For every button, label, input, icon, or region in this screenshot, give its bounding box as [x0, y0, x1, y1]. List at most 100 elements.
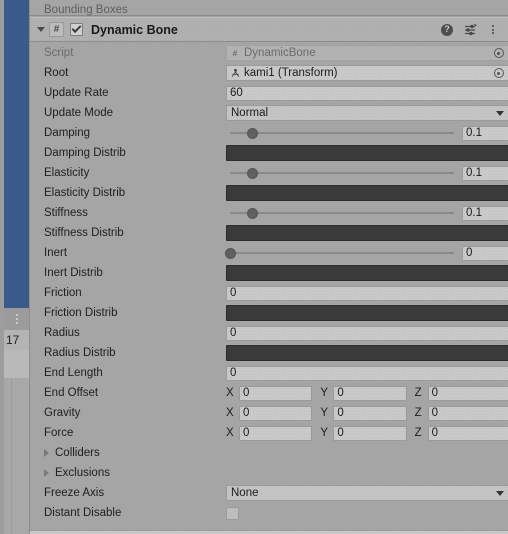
help-icon[interactable]: ?	[440, 23, 454, 37]
damping-value-input[interactable]: 0.1	[462, 125, 508, 141]
label-elasticity-distrib: Elasticity Distrib	[44, 187, 126, 199]
unity-inspector-window: 17 Bounding Boxes # Dynamic Bone ? Scrip…	[0, 0, 508, 534]
label-end-length: End Length	[44, 367, 103, 379]
row-update-mode: Update Mode Normal	[30, 103, 508, 123]
label-colliders-group[interactable]: Colliders	[30, 447, 226, 459]
damping-slider[interactable]	[226, 123, 458, 143]
preset-icon[interactable]	[463, 23, 477, 37]
damping-distrib-curve[interactable]	[226, 145, 508, 161]
label-inert-distrib: Inert Distrib	[44, 267, 103, 279]
next-row-partial	[30, 530, 508, 534]
above-component-label: Bounding Boxes	[44, 4, 128, 16]
force-z-input[interactable]: 0	[427, 425, 508, 441]
row-damping-distrib: Damping Distrib	[30, 143, 508, 163]
gravity-y-input[interactable]: 0	[333, 405, 407, 421]
row-friction: Friction 0	[30, 283, 508, 303]
row-radius: Radius 0	[30, 323, 508, 343]
update-mode-dropdown[interactable]: Normal	[226, 105, 508, 121]
axis-z-label: Z	[414, 427, 422, 439]
chevron-down-icon	[496, 490, 504, 496]
friction-input[interactable]: 0	[226, 285, 508, 301]
script-icon: #	[49, 22, 64, 37]
root-object-field[interactable]: kami1 (Transform)	[226, 65, 508, 81]
freeze-axis-value: None	[231, 487, 259, 499]
label-force: Force	[44, 427, 74, 439]
force-y-input[interactable]: 0	[333, 425, 407, 441]
label-damping: Damping	[44, 127, 91, 139]
row-end-offset: End Offset X 0 Y 0 Z 0	[30, 383, 508, 403]
end-offset-x-input[interactable]: 0	[239, 385, 313, 401]
label-stiffness-distrib: Stiffness Distrib	[44, 227, 124, 239]
stiffness-distrib-curve[interactable]	[226, 225, 508, 241]
object-picker-icon[interactable]	[492, 47, 505, 60]
component-foldout-toggle[interactable]	[34, 17, 48, 42]
inert-value-input[interactable]: 0	[462, 245, 508, 261]
check-icon	[71, 23, 82, 34]
inert-slider[interactable]	[225, 243, 458, 263]
slider-knob[interactable]	[247, 128, 259, 139]
label-script: Script	[44, 47, 74, 59]
inspector-panel: Bounding Boxes # Dynamic Bone ? Script #…	[29, 0, 508, 534]
end-offset-vector3: X 0 Y 0 Z 0	[226, 385, 508, 401]
axis-y-label: Y	[320, 407, 328, 419]
label-damping-distrib: Damping Distrib	[44, 147, 126, 159]
inert-distrib-curve[interactable]	[226, 265, 508, 281]
label-gravity: Gravity	[44, 407, 81, 419]
end-length-input[interactable]: 0	[226, 365, 508, 381]
script-object-field[interactable]: # DynamicBone	[226, 45, 508, 61]
chevron-right-icon	[44, 449, 49, 457]
slider-knob[interactable]	[225, 248, 236, 259]
label-distant-disable: Distant Disable	[44, 507, 122, 519]
above-component-row[interactable]: Bounding Boxes	[30, 0, 508, 16]
slider-knob[interactable]	[247, 168, 259, 179]
label-exclusions-group[interactable]: Exclusions	[30, 467, 226, 479]
row-elasticity: Elasticity 0.1	[30, 163, 508, 183]
force-vector3: X 0 Y 0 Z 0	[226, 425, 508, 441]
label-friction-distrib: Friction Distrib	[44, 307, 118, 319]
axis-z-label: Z	[414, 407, 422, 419]
label-elasticity: Elasticity	[44, 167, 90, 179]
component-header[interactable]: # Dynamic Bone ?	[30, 17, 508, 42]
elasticity-distrib-curve[interactable]	[226, 185, 508, 201]
freeze-axis-dropdown[interactable]: None	[226, 485, 508, 501]
row-elasticity-distrib: Elasticity Distrib	[30, 183, 508, 203]
end-offset-y-input[interactable]: 0	[333, 385, 407, 401]
root-value: kami1 (Transform)	[244, 67, 338, 79]
kebab-menu-icon[interactable]	[486, 23, 500, 37]
gravity-x-input[interactable]: 0	[239, 405, 313, 421]
component-enable-checkbox[interactable]	[70, 23, 83, 36]
row-distant-disable: Distant Disable	[30, 503, 508, 523]
elasticity-slider[interactable]	[226, 163, 458, 183]
stiffness-slider[interactable]	[226, 203, 458, 223]
label-end-offset: End Offset	[44, 387, 99, 399]
axis-y-label: Y	[320, 387, 328, 399]
update-rate-input[interactable]: 60	[226, 85, 508, 101]
row-inert: Inert 0	[30, 243, 508, 263]
row-stiffness-distrib: Stiffness Distrib	[30, 223, 508, 243]
row-colliders[interactable]: Colliders	[30, 443, 508, 463]
gutter-scroll-region[interactable]	[4, 378, 29, 534]
chevron-right-icon	[44, 469, 49, 477]
label-exclusions: Exclusions	[55, 467, 110, 479]
slider-knob[interactable]	[247, 208, 259, 219]
script-icon: #	[232, 48, 238, 58]
property-rows: Script # DynamicBone Root kami1 (Transfo…	[30, 43, 508, 523]
label-radius: Radius	[44, 327, 80, 339]
row-end-length: End Length 0	[30, 363, 508, 383]
gravity-z-input[interactable]: 0	[427, 405, 508, 421]
vertical-dots-icon[interactable]	[4, 308, 29, 330]
row-inert-distrib: Inert Distrib	[30, 263, 508, 283]
friction-distrib-curve[interactable]	[226, 305, 508, 321]
distant-disable-checkbox[interactable]	[226, 506, 239, 520]
elasticity-value-input[interactable]: 0.1	[462, 165, 508, 181]
object-picker-icon[interactable]	[492, 67, 505, 80]
row-damping: Damping 0.1	[30, 123, 508, 143]
end-offset-z-input[interactable]: 0	[427, 385, 508, 401]
radius-distrib-curve[interactable]	[226, 345, 508, 361]
radius-input[interactable]: 0	[226, 325, 508, 341]
axis-x-label: X	[226, 387, 234, 399]
force-x-input[interactable]: 0	[239, 425, 313, 441]
axis-z-label: Z	[414, 387, 422, 399]
row-exclusions[interactable]: Exclusions	[30, 463, 508, 483]
stiffness-value-input[interactable]: 0.1	[462, 205, 508, 221]
